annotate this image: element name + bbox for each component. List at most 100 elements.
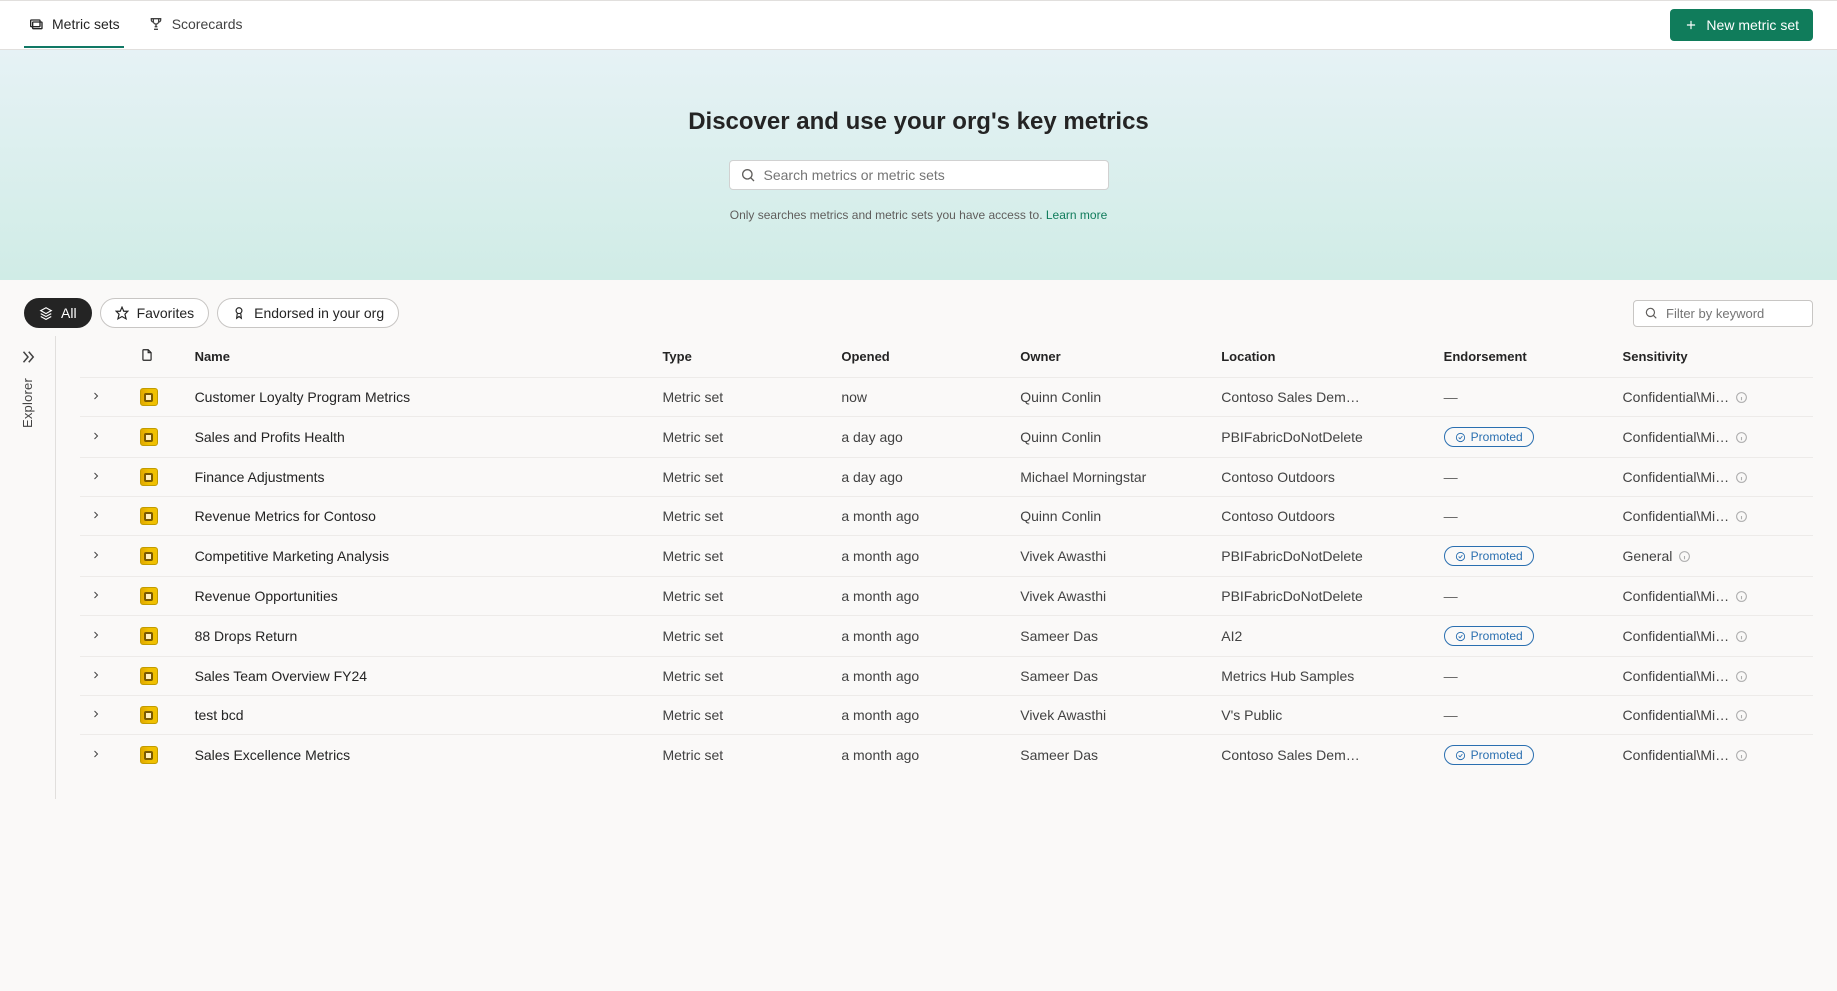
row-location[interactable]: AI2 <box>1211 616 1433 657</box>
chevron-right-icon[interactable] <box>90 669 102 681</box>
filter-input[interactable] <box>1666 306 1802 321</box>
chevron-right-icon[interactable] <box>90 708 102 720</box>
info-icon[interactable] <box>1735 630 1748 643</box>
chips: All Favorites Endorsed in your org <box>24 298 399 328</box>
row-type: Metric set <box>652 657 831 696</box>
table-row[interactable]: Revenue OpportunitiesMetric seta month a… <box>80 577 1813 616</box>
chevron-double-right-icon[interactable] <box>19 348 37 366</box>
hero-note: Only searches metrics and metric sets yo… <box>24 208 1813 222</box>
chevron-right-icon[interactable] <box>90 748 102 760</box>
info-icon[interactable] <box>1735 431 1748 444</box>
metric-set-icon <box>140 547 158 565</box>
chip-endorsed[interactable]: Endorsed in your org <box>217 298 399 328</box>
info-icon[interactable] <box>1735 590 1748 603</box>
sensitivity-cell: Confidential\Mi… <box>1623 707 1803 723</box>
tab-metric-sets[interactable]: Metric sets <box>24 2 124 48</box>
table-row[interactable]: Sales and Profits HealthMetric seta day … <box>80 417 1813 458</box>
col-name[interactable]: Name <box>185 336 653 378</box>
search-wrap[interactable] <box>729 160 1109 190</box>
sensitivity-cell: Confidential\Mi… <box>1623 588 1803 604</box>
row-opened: now <box>831 378 1010 417</box>
row-location[interactable]: V's Public <box>1211 696 1433 735</box>
row-name[interactable]: Finance Adjustments <box>185 458 653 497</box>
row-sensitivity: Confidential\Mi… <box>1613 417 1813 458</box>
promoted-check-icon <box>1455 631 1466 642</box>
chevron-right-icon[interactable] <box>90 629 102 641</box>
col-owner[interactable]: Owner <box>1010 336 1211 378</box>
filter-wrap[interactable] <box>1633 300 1813 327</box>
chevron-right-icon[interactable] <box>90 549 102 561</box>
new-metric-set-button[interactable]: New metric set <box>1670 9 1813 41</box>
row-name[interactable]: Revenue Opportunities <box>185 577 653 616</box>
col-opened[interactable]: Opened <box>831 336 1010 378</box>
table-row[interactable]: Competitive Marketing AnalysisMetric set… <box>80 536 1813 577</box>
endorsement-empty: — <box>1444 469 1458 485</box>
row-location[interactable]: Contoso Sales Dem… <box>1211 378 1433 417</box>
col-location[interactable]: Location <box>1211 336 1433 378</box>
row-type: Metric set <box>652 458 831 497</box>
chip-all-label: All <box>61 305 77 321</box>
tab-scorecards[interactable]: Scorecards <box>144 2 247 48</box>
col-endorsement[interactable]: Endorsement <box>1434 336 1613 378</box>
sensitivity-text: Confidential\Mi… <box>1623 628 1730 644</box>
row-location[interactable]: Contoso Outdoors <box>1211 458 1433 497</box>
row-opened: a day ago <box>831 458 1010 497</box>
chevron-right-icon[interactable] <box>90 509 102 521</box>
row-endorsement: — <box>1434 657 1613 696</box>
row-name[interactable]: Customer Loyalty Program Metrics <box>185 378 653 417</box>
row-opened: a month ago <box>831 497 1010 536</box>
row-sensitivity: Confidential\Mi… <box>1613 735 1813 776</box>
row-sensitivity: Confidential\Mi… <box>1613 577 1813 616</box>
chip-all[interactable]: All <box>24 298 92 328</box>
row-name[interactable]: test bcd <box>185 696 653 735</box>
col-type[interactable]: Type <box>652 336 831 378</box>
row-opened: a month ago <box>831 536 1010 577</box>
row-opened: a month ago <box>831 735 1010 776</box>
document-icon <box>140 348 154 362</box>
info-icon[interactable] <box>1735 670 1748 683</box>
learn-more-link[interactable]: Learn more <box>1046 208 1107 222</box>
row-type: Metric set <box>652 378 831 417</box>
chevron-right-icon[interactable] <box>90 470 102 482</box>
row-name[interactable]: Sales and Profits Health <box>185 417 653 458</box>
row-name[interactable]: Sales Team Overview FY24 <box>185 657 653 696</box>
info-icon[interactable] <box>1735 709 1748 722</box>
col-sensitivity[interactable]: Sensitivity <box>1613 336 1813 378</box>
row-name[interactable]: Revenue Metrics for Contoso <box>185 497 653 536</box>
row-location[interactable]: PBIFabricDoNotDelete <box>1211 417 1433 458</box>
explorer-label: Explorer <box>20 378 35 428</box>
promoted-badge-label: Promoted <box>1471 549 1523 563</box>
info-icon[interactable] <box>1735 471 1748 484</box>
info-icon[interactable] <box>1735 391 1748 404</box>
endorsement-empty: — <box>1444 508 1458 524</box>
table-row[interactable]: Revenue Metrics for ContosoMetric seta m… <box>80 497 1813 536</box>
table-row[interactable]: Sales Team Overview FY24Metric seta mont… <box>80 657 1813 696</box>
table-row[interactable]: Finance AdjustmentsMetric seta day agoMi… <box>80 458 1813 497</box>
info-icon[interactable] <box>1735 510 1748 523</box>
chip-favorites[interactable]: Favorites <box>100 298 210 328</box>
info-icon[interactable] <box>1678 550 1691 563</box>
row-name[interactable]: Competitive Marketing Analysis <box>185 536 653 577</box>
table-row[interactable]: Customer Loyalty Program MetricsMetric s… <box>80 378 1813 417</box>
chevron-right-icon[interactable] <box>90 430 102 442</box>
filter-toolbar: All Favorites Endorsed in your org <box>0 280 1837 336</box>
promoted-badge: Promoted <box>1444 427 1534 447</box>
row-location[interactable]: Contoso Outdoors <box>1211 497 1433 536</box>
row-sensitivity: Confidential\Mi… <box>1613 497 1813 536</box>
table-row[interactable]: 88 Drops ReturnMetric seta month agoSame… <box>80 616 1813 657</box>
table-row[interactable]: Sales Excellence MetricsMetric seta mont… <box>80 735 1813 776</box>
row-name[interactable]: Sales Excellence Metrics <box>185 735 653 776</box>
row-location[interactable]: PBIFabricDoNotDelete <box>1211 536 1433 577</box>
row-type: Metric set <box>652 577 831 616</box>
info-icon[interactable] <box>1735 749 1748 762</box>
row-location[interactable]: Metrics Hub Samples <box>1211 657 1433 696</box>
table-row[interactable]: test bcdMetric seta month agoVivek Awast… <box>80 696 1813 735</box>
row-name[interactable]: 88 Drops Return <box>185 616 653 657</box>
metric-set-icon <box>140 587 158 605</box>
chevron-right-icon[interactable] <box>90 390 102 402</box>
sensitivity-text: Confidential\Mi… <box>1623 668 1730 684</box>
row-location[interactable]: PBIFabricDoNotDelete <box>1211 577 1433 616</box>
chevron-right-icon[interactable] <box>90 589 102 601</box>
search-input[interactable] <box>764 167 1098 183</box>
row-location[interactable]: Contoso Sales Dem… <box>1211 735 1433 776</box>
